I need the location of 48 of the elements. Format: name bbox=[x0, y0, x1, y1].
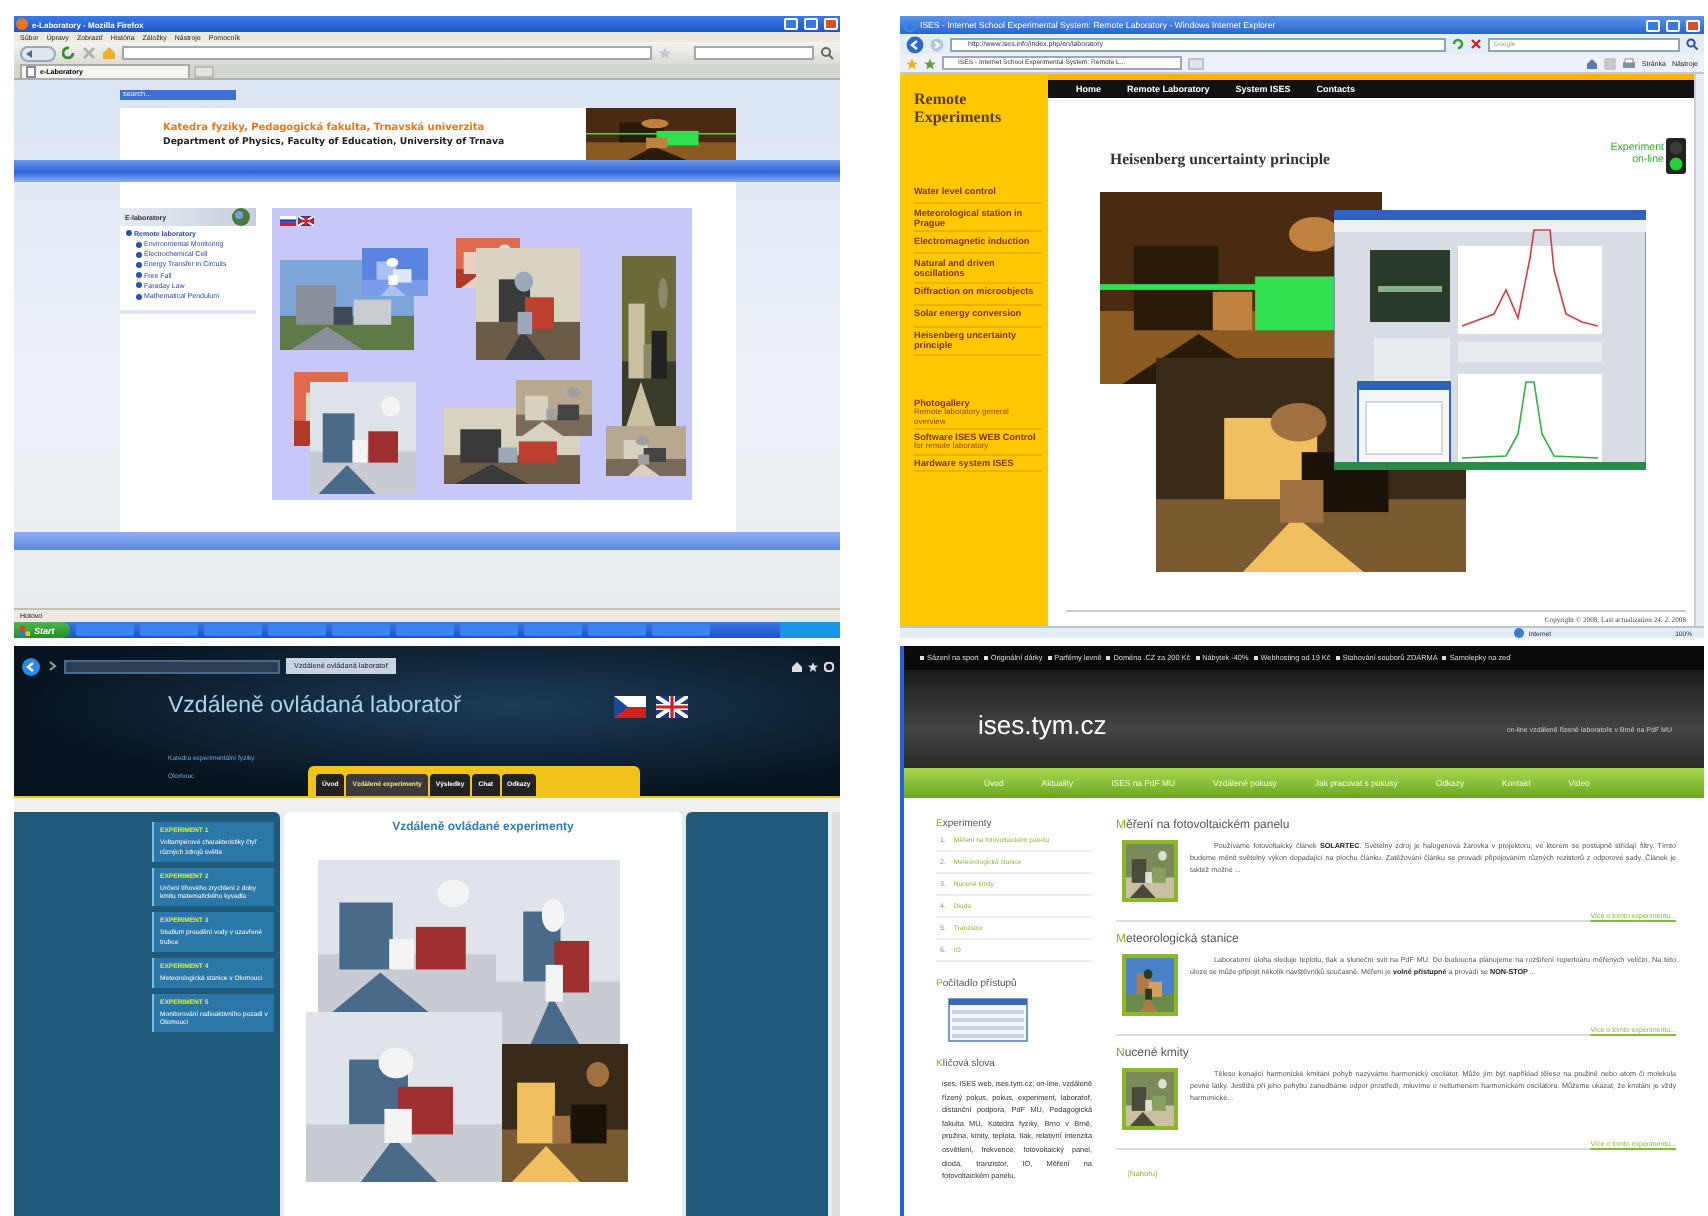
scrollbar[interactable] bbox=[1694, 74, 1704, 626]
bullet-icon bbox=[135, 282, 141, 289]
star-icon[interactable] bbox=[906, 57, 918, 69]
close-button[interactable] bbox=[824, 18, 838, 30]
app-icon bbox=[904, 19, 916, 31]
add-favorite-icon[interactable] bbox=[924, 57, 936, 69]
globe-icon bbox=[231, 208, 249, 226]
stop-icon[interactable] bbox=[1470, 38, 1482, 50]
star-icon[interactable] bbox=[658, 46, 672, 60]
forward-icon[interactable] bbox=[46, 660, 58, 672]
maximize-button[interactable] bbox=[1666, 19, 1680, 31]
stop-icon[interactable] bbox=[82, 46, 96, 60]
system-tray bbox=[780, 622, 840, 638]
close-button[interactable] bbox=[1686, 19, 1700, 31]
maximize-button[interactable] bbox=[804, 18, 818, 30]
globe-icon bbox=[1514, 628, 1525, 638]
minimize-button[interactable] bbox=[784, 18, 798, 30]
flag-icon[interactable] bbox=[656, 695, 688, 717]
new-tab-button[interactable] bbox=[1188, 57, 1204, 69]
search-icon[interactable] bbox=[1686, 38, 1698, 50]
home-icon[interactable] bbox=[792, 661, 802, 671]
search-field[interactable] bbox=[694, 46, 814, 60]
address-field[interactable] bbox=[122, 46, 652, 60]
visitor-counter-drawing bbox=[948, 998, 1028, 1042]
minimize-button[interactable] bbox=[1646, 19, 1660, 31]
app-icon bbox=[16, 18, 28, 30]
star-icon[interactable] bbox=[808, 661, 818, 671]
search-icon[interactable] bbox=[820, 46, 834, 60]
sidebar-title: Remote Experiments bbox=[914, 92, 1004, 126]
bullet-icon bbox=[125, 230, 131, 237]
page-icon bbox=[26, 66, 36, 78]
printer-icon[interactable] bbox=[1621, 57, 1636, 69]
site-logo[interactable]: ises.tym.cz bbox=[978, 710, 1107, 740]
refresh-icon[interactable] bbox=[1452, 38, 1464, 50]
bullet-icon bbox=[135, 272, 141, 279]
reload-icon[interactable] bbox=[62, 46, 76, 60]
settings-icon[interactable] bbox=[824, 661, 834, 671]
windows-logo-icon bbox=[20, 625, 30, 635]
bullet-icon bbox=[135, 241, 141, 248]
address-field[interactable] bbox=[64, 659, 280, 673]
bullet-icon bbox=[135, 293, 141, 300]
bullet-icon bbox=[135, 261, 141, 268]
flag-icon[interactable] bbox=[297, 216, 313, 226]
site-title: Vzdáleně ovládaná laboratoř bbox=[168, 694, 461, 718]
flag-icon[interactable] bbox=[279, 216, 295, 226]
back-icon[interactable] bbox=[22, 657, 40, 675]
flag-icon[interactable] bbox=[614, 695, 646, 717]
bullet-icon bbox=[135, 251, 141, 258]
